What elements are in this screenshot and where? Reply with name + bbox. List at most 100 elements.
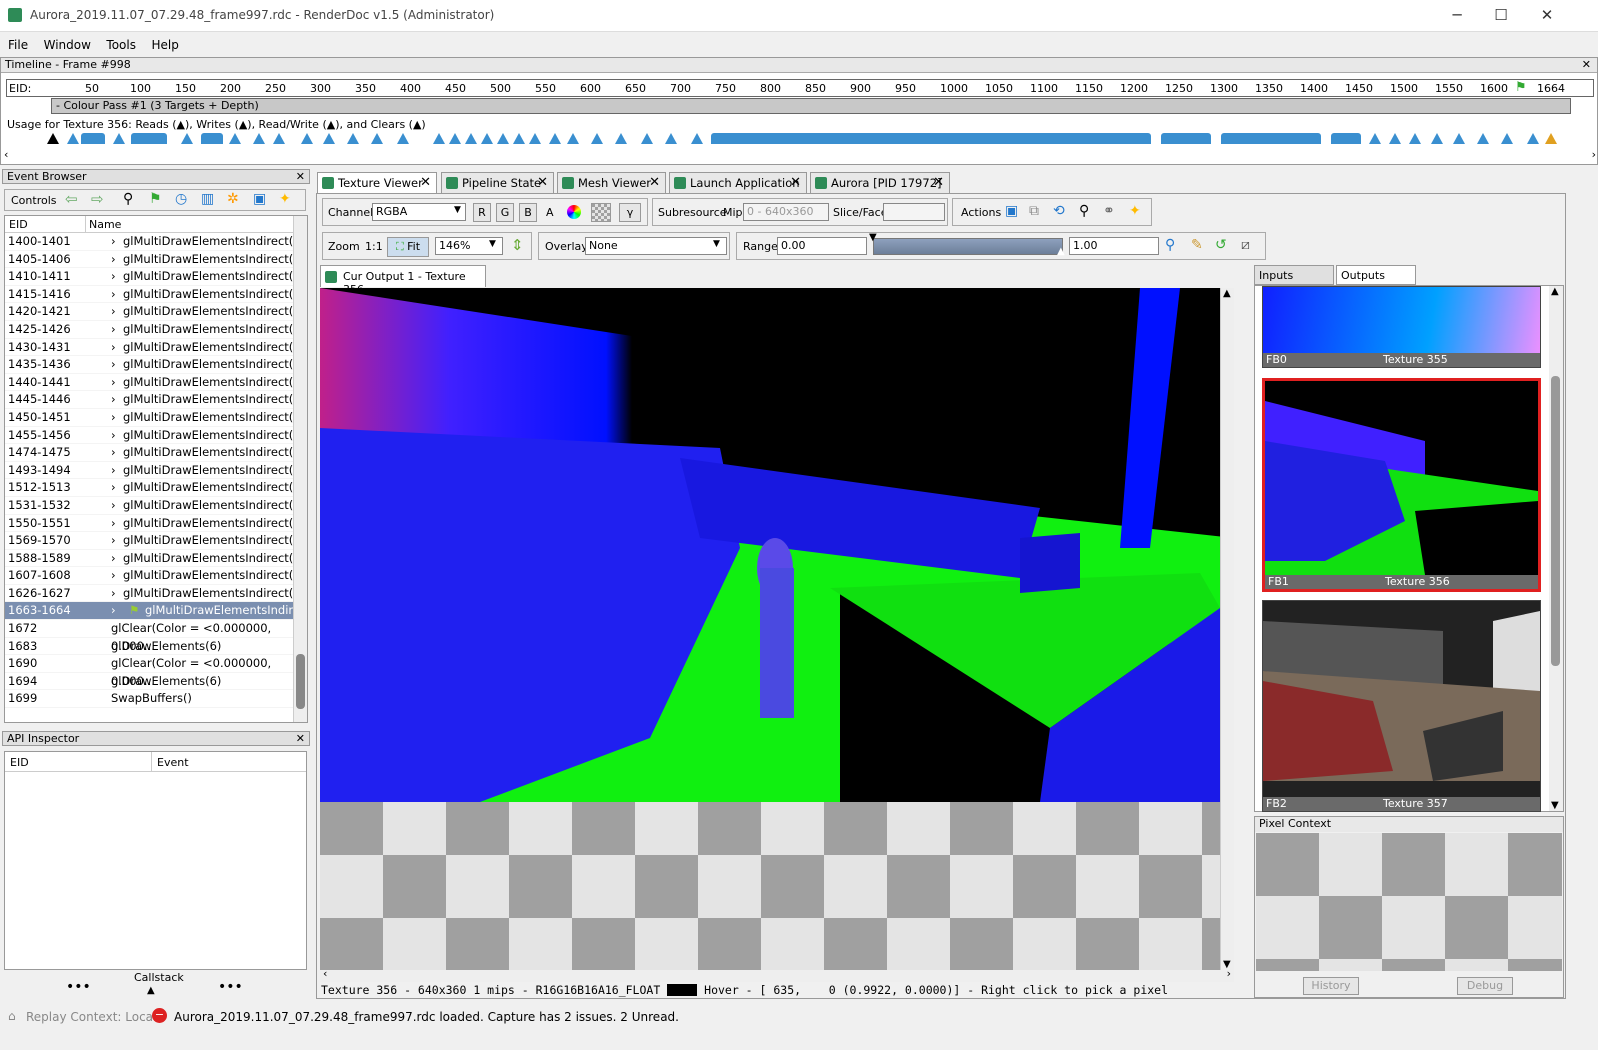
- usage-marker[interactable]: [273, 133, 285, 144]
- usage-marker[interactable]: [301, 133, 313, 144]
- error-icon[interactable]: −: [152, 1008, 167, 1023]
- range-max-input[interactable]: 1.00: [1069, 237, 1159, 255]
- scroll-right-icon[interactable]: ›: [1592, 148, 1596, 161]
- usage-marker[interactable]: [253, 133, 265, 144]
- event-row[interactable]: 1569-1570 › glMultiDrawElementsIndirect(1): [5, 532, 307, 550]
- event-row[interactable]: 1694 glDrawElements(6): [5, 673, 307, 691]
- usage-marker[interactable]: [1409, 133, 1421, 144]
- tab-texture-viewer[interactable]: Texture Viewer ✕: [317, 172, 437, 194]
- tab-launch-application[interactable]: Launch Application ✕: [669, 172, 807, 194]
- range-max-handle[interactable]: ▲: [1057, 246, 1065, 257]
- range-histogram-slider[interactable]: [873, 238, 1063, 255]
- usage-marker[interactable]: [615, 133, 627, 144]
- viewport-hscroll[interactable]: ‹ ›: [320, 967, 1234, 982]
- event-row[interactable]: 1626-1627 › glMultiDrawElementsIndirect(1): [5, 585, 307, 603]
- timeline-eid-ruler[interactable]: EID: 50 100 150 200 250 300 350 400 450 500 550 600…: [6, 79, 1594, 97]
- tab-close-icon[interactable]: ✕: [790, 173, 801, 193]
- expand-chevron-icon[interactable]: ›: [111, 515, 116, 533]
- scroll-right-icon[interactable]: ›: [1227, 967, 1231, 980]
- histogram-icon[interactable]: ⧄: [1241, 237, 1250, 253]
- menu-tools[interactable]: Tools: [102, 36, 140, 54]
- scroll-thumb[interactable]: [1551, 376, 1560, 666]
- usage-marker[interactable]: [591, 133, 603, 144]
- event-row[interactable]: 1455-1456 › glMultiDrawElementsIndirect(1): [5, 427, 307, 445]
- maximize-button[interactable]: ☐: [1478, 0, 1524, 30]
- expand-chevron-icon[interactable]: ›: [111, 409, 116, 427]
- event-row[interactable]: 1690 glClear(Color = <0.000000, 0.000...: [5, 655, 307, 688]
- channels-select[interactable]: RGBA: [372, 203, 466, 221]
- debug-button[interactable]: Debug: [1457, 977, 1513, 995]
- usage-marker[interactable]: [397, 133, 409, 144]
- usage-range-marker[interactable]: [1221, 133, 1321, 144]
- usage-marker[interactable]: [567, 133, 579, 144]
- expand-chevron-icon[interactable]: ›: [111, 356, 116, 374]
- minimize-button[interactable]: ─: [1434, 0, 1480, 30]
- splitter-left-dots[interactable]: •••: [66, 979, 91, 995]
- expand-chevron-icon[interactable]: ›: [111, 268, 116, 286]
- texture-viewport[interactable]: ▲ ▼: [320, 288, 1234, 970]
- event-row[interactable]: 1420-1421 › glMultiDrawElementsIndirect(1): [5, 303, 307, 321]
- pixel-context-view[interactable]: [1256, 833, 1562, 971]
- usage-marker[interactable]: [1527, 133, 1539, 144]
- expand-chevron-icon[interactable]: ›: [111, 233, 116, 251]
- event-row[interactable]: 1450-1451 › glMultiDrawElementsIndirect(1): [5, 409, 307, 427]
- output-thumb-fb1[interactable]: FB1 Texture 356: [1262, 378, 1541, 592]
- tab-outputs[interactable]: Outputs: [1336, 265, 1416, 285]
- thumbs-scrollbar[interactable]: ▲ ▼: [1549, 286, 1563, 811]
- usage-marker[interactable]: [181, 133, 193, 144]
- event-row[interactable]: 1425-1426 › glMultiDrawElementsIndirect(1): [5, 321, 307, 339]
- status-message[interactable]: Aurora_2019.11.07_07.29.48_frame997.rdc …: [174, 1010, 679, 1024]
- event-row[interactable]: 1405-1406 › glMultiDrawElementsIndirect(1): [5, 251, 307, 269]
- usage-marker[interactable]: [67, 133, 79, 144]
- range-min-handle[interactable]: ▼: [869, 232, 877, 243]
- columns-icon[interactable]: ▥: [201, 191, 214, 207]
- usage-marker[interactable]: [323, 133, 335, 144]
- usage-marker[interactable]: [1477, 133, 1489, 144]
- usage-range-marker[interactable]: [1161, 133, 1211, 144]
- event-row[interactable]: 1699 SwapBuffers(): [5, 690, 307, 709]
- usage-marker[interactable]: [549, 133, 561, 144]
- tab-aurora-pid[interactable]: Aurora [PID 17972] ✕: [810, 172, 950, 194]
- checkerboard-toggle-icon[interactable]: [591, 203, 611, 222]
- viewport-vscroll[interactable]: ▲ ▼: [1220, 288, 1234, 970]
- usage-range-marker[interactable]: [1331, 133, 1361, 144]
- scroll-left-icon[interactable]: ‹: [323, 967, 327, 980]
- usage-marker[interactable]: [481, 133, 493, 144]
- menu-window[interactable]: Window: [40, 36, 95, 54]
- scroll-up-icon[interactable]: ▲: [1223, 288, 1231, 299]
- expand-chevron-icon[interactable]: ›: [111, 567, 116, 585]
- event-browser-close-icon[interactable]: ✕: [296, 170, 305, 183]
- callstack-label[interactable]: Callstack: [134, 971, 184, 984]
- event-row[interactable]: 1493-1494 › glMultiDrawElementsIndirect(1): [5, 462, 307, 480]
- scroll-up-icon[interactable]: ▲: [1551, 286, 1559, 297]
- event-row[interactable]: 1683 glDrawElements(6): [5, 638, 307, 656]
- close-button[interactable]: ✕: [1524, 0, 1570, 30]
- history-button[interactable]: History: [1303, 977, 1359, 995]
- event-list-scrollbar[interactable]: [293, 216, 307, 722]
- usage-marker[interactable]: [529, 133, 541, 144]
- flip-vertical-icon[interactable]: ⇕: [511, 236, 524, 254]
- extensions-icon[interactable]: ✦: [279, 191, 291, 207]
- zoom-1to1-button[interactable]: 1:1: [365, 240, 383, 253]
- eid-column-header[interactable]: EID: [9, 218, 28, 231]
- zoom-range-magnifier-icon[interactable]: ⚲: [1165, 237, 1175, 253]
- usage-marker[interactable]: [229, 133, 241, 144]
- menu-help[interactable]: Help: [147, 36, 182, 54]
- alpha-channel-toggle[interactable]: A: [546, 206, 554, 219]
- event-row[interactable]: 1400-1401 › glMultiDrawElementsIndirect(1): [5, 233, 307, 251]
- expand-chevron-icon[interactable]: ›: [111, 391, 116, 409]
- tab-close-icon[interactable]: ✕: [420, 173, 431, 193]
- callstack-expand-icon[interactable]: ▲: [147, 985, 155, 996]
- cur-output-tab[interactable]: Cur Output 1 - Texture 356: [320, 265, 486, 296]
- slice-face-select[interactable]: [883, 203, 945, 221]
- usage-marker[interactable]: [1369, 133, 1381, 144]
- expand-chevron-icon[interactable]: ›: [111, 374, 116, 392]
- tab-close-icon[interactable]: ✕: [649, 173, 660, 193]
- range-min-input[interactable]: 0.00: [777, 237, 867, 255]
- link-icon[interactable]: ⚭: [1103, 203, 1115, 219]
- event-row[interactable]: 1435-1436 › glMultiDrawElementsIndirect(1): [5, 356, 307, 374]
- name-column-header[interactable]: Name: [89, 218, 121, 231]
- overlay-select[interactable]: None: [585, 237, 727, 255]
- expand-chevron-icon[interactable]: ›: [111, 532, 116, 550]
- expand-chevron-icon[interactable]: ›: [111, 462, 116, 480]
